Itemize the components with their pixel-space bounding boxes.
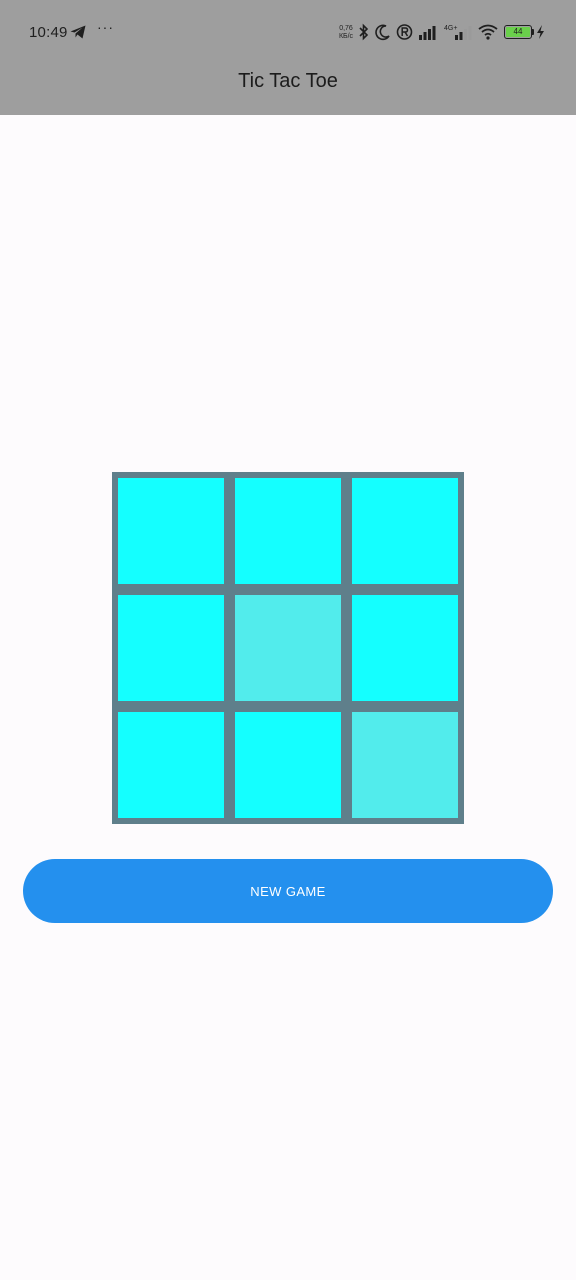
network-speed: 0,76 КБ/с xyxy=(336,25,356,41)
signal-strength-icon xyxy=(419,26,436,40)
more-notifications-icon: ··· xyxy=(97,19,114,35)
network-speed-value: 0,76 xyxy=(339,25,353,32)
network-type-label: 4G+ xyxy=(444,25,457,32)
moon-icon xyxy=(375,24,390,41)
status-time: 10:49 xyxy=(29,24,68,41)
board-cell[interactable] xyxy=(235,712,341,818)
board-cell[interactable] xyxy=(352,595,458,701)
board-cell[interactable] xyxy=(352,712,458,818)
board-cell[interactable] xyxy=(235,478,341,584)
status-bar: 10:49 ··· 0,76 КБ/с 4G+ 44 xyxy=(0,0,576,66)
battery-level: 44 xyxy=(506,27,530,37)
game-board xyxy=(112,472,464,824)
charging-icon xyxy=(537,25,544,39)
board-cell[interactable] xyxy=(118,712,224,818)
board-cell[interactable] xyxy=(352,478,458,584)
telegram-icon xyxy=(70,25,86,39)
board-cell[interactable] xyxy=(118,595,224,701)
bluetooth-icon xyxy=(359,23,369,41)
app-title: Tic Tac Toe xyxy=(238,70,338,92)
registered-icon xyxy=(396,24,413,40)
app-bar: 10:49 ··· 0,76 КБ/с 4G+ 44 Tic Tac Toe xyxy=(0,0,576,115)
battery-cap xyxy=(532,29,534,35)
board-cell[interactable] xyxy=(235,595,341,701)
network-speed-unit: КБ/с xyxy=(338,33,354,40)
board-cell[interactable] xyxy=(118,478,224,584)
signal-4g-icon: 4G+ xyxy=(444,25,472,40)
new-game-button[interactable]: NEW GAME xyxy=(23,859,553,923)
wifi-icon xyxy=(478,24,498,40)
battery-icon: 44 xyxy=(504,25,532,39)
